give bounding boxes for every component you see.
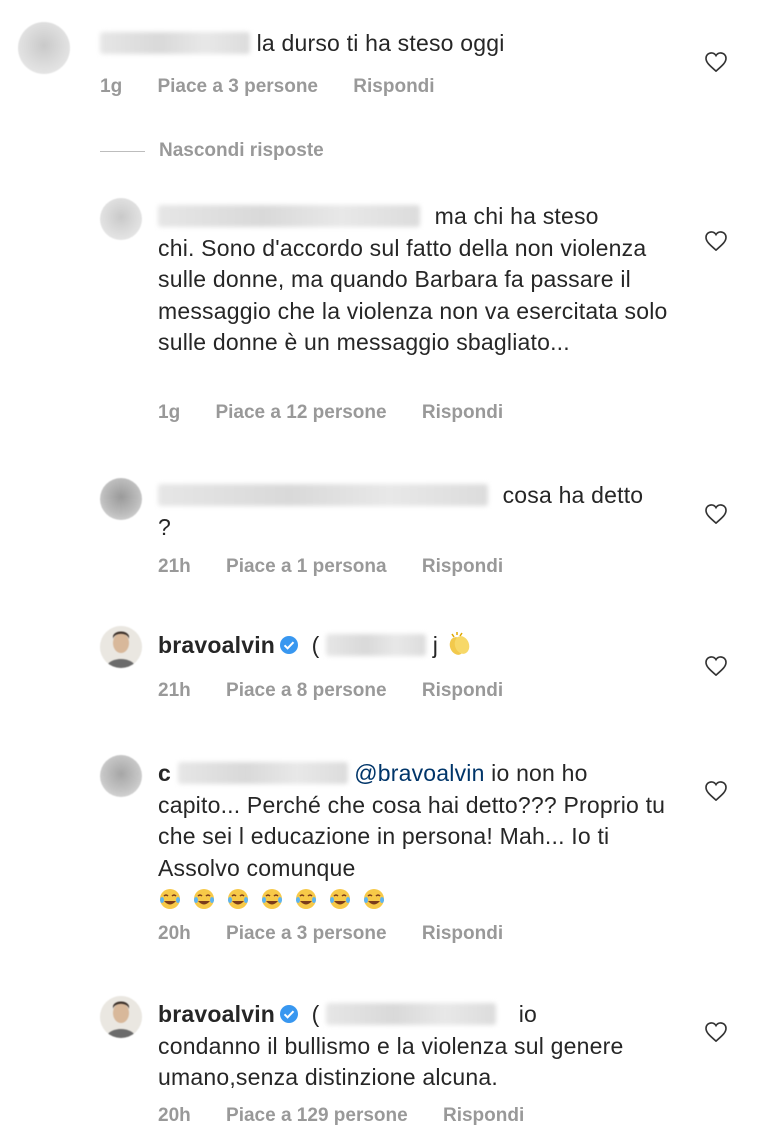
tears-of-joy-emoji <box>262 889 282 909</box>
reply-button[interactable]: Rispondi <box>422 402 503 423</box>
blurred-username[interactable] <box>177 762 348 784</box>
tears-of-joy-emoji <box>228 889 248 909</box>
blurred-mention[interactable] <box>326 1003 497 1025</box>
comment-text: cosa ha detto ? <box>158 480 678 543</box>
comment-meta: 21h Piace a 8 persone Rispondi <box>158 680 533 702</box>
divider <box>100 150 145 152</box>
tears-of-joy-emoji <box>330 889 350 909</box>
avatar[interactable] <box>100 198 142 240</box>
avatar[interactable] <box>100 996 142 1038</box>
comment-text: bravoalvin ( io condanno il bullismo e l… <box>158 999 678 1094</box>
tears-of-joy-emoji <box>194 889 214 909</box>
blurred-username[interactable] <box>100 32 250 54</box>
avatar[interactable] <box>18 22 70 74</box>
heart-icon[interactable] <box>705 52 727 72</box>
heart-icon[interactable] <box>705 231 727 251</box>
reply-button[interactable]: Rispondi <box>422 923 503 944</box>
comment-body: condanno il bullismo e la violenza sul g… <box>158 1032 624 1091</box>
reply-button[interactable]: Rispondi <box>422 680 503 701</box>
comment-body: ? <box>158 513 171 540</box>
verified-badge-icon <box>280 1005 299 1023</box>
clapping-hands-emoji <box>449 632 469 655</box>
timestamp: 21h <box>158 680 191 701</box>
blurred-username[interactable] <box>158 484 488 506</box>
hide-replies-label: Nascondi risposte <box>159 140 324 161</box>
heart-icon[interactable] <box>705 504 727 524</box>
reply-button[interactable]: Rispondi <box>353 76 434 97</box>
timestamp: 1g <box>158 402 181 423</box>
comment-body-line1: io <box>518 1001 537 1027</box>
likes-count-link[interactable]: Piace a 3 persone <box>157 76 318 97</box>
comment-body: chi. Sono d'accordo sul fatto della non … <box>158 234 668 356</box>
comment-text: la durso ti ha steso oggi <box>100 28 700 60</box>
likes-count-link[interactable]: Piace a 3 persone <box>226 923 387 944</box>
comment-body: capito... Perché che cosa hai detto??? P… <box>158 791 666 881</box>
comment-meta: 21h Piace a 1 persona Rispondi <box>158 556 533 578</box>
text-prefix: ( <box>311 1001 320 1027</box>
person-avatar-icon <box>100 996 142 1038</box>
username-link[interactable]: c <box>158 760 171 786</box>
timestamp: 21h <box>158 556 191 577</box>
likes-count-link[interactable]: Piace a 1 persona <box>226 556 387 577</box>
timestamp: 20h <box>158 923 191 944</box>
reply-button[interactable]: Rispondi <box>443 1105 524 1126</box>
heart-icon[interactable] <box>705 781 727 801</box>
avatar[interactable] <box>100 626 142 668</box>
heart-icon[interactable] <box>705 1022 727 1042</box>
comment-body: la durso ti ha steso oggi <box>256 30 505 56</box>
hide-replies-button[interactable]: Nascondi risposte <box>100 140 324 162</box>
laughing-emoji-row <box>158 886 396 912</box>
comment-meta: 20h Piace a 3 persone Rispondi <box>158 923 533 945</box>
username-link[interactable]: bravoalvin <box>158 1001 275 1027</box>
likes-count-link[interactable]: Piace a 8 persone <box>226 680 387 701</box>
comment-body-line1: io non ho <box>491 760 588 786</box>
person-avatar-icon <box>100 626 142 668</box>
text-suffix: j <box>432 632 438 658</box>
blurred-mention[interactable] <box>326 634 427 656</box>
mention-link[interactable]: @bravoalvin <box>354 760 484 786</box>
likes-count-link[interactable]: Piace a 129 persone <box>226 1105 408 1126</box>
comment-body-line1: ma chi ha steso <box>434 203 599 229</box>
username-link[interactable]: bravoalvin <box>158 632 275 658</box>
blurred-username[interactable] <box>158 205 420 227</box>
verified-badge-icon <box>280 636 299 654</box>
comment-text: ma chi ha steso chi. Sono d'accordo sul … <box>158 201 678 359</box>
likes-count-link[interactable]: Piace a 12 persone <box>215 402 386 423</box>
comment-text: bravoalvin ( j <box>158 630 678 662</box>
comment-meta: 20h Piace a 129 persone Rispondi <box>158 1105 554 1127</box>
comment-meta: 1g Piace a 3 persone Rispondi <box>100 76 465 98</box>
timestamp: 1g <box>100 76 123 97</box>
heart-icon[interactable] <box>705 656 727 676</box>
tears-of-joy-emoji <box>364 889 384 909</box>
avatar[interactable] <box>100 755 142 797</box>
comment-body-line1: cosa ha detto <box>502 482 644 508</box>
text-prefix: ( <box>311 632 320 658</box>
avatar[interactable] <box>100 478 142 520</box>
comment-meta: 1g Piace a 12 persone Rispondi <box>158 402 533 424</box>
tears-of-joy-emoji <box>160 889 180 909</box>
timestamp: 20h <box>158 1105 191 1126</box>
reply-button[interactable]: Rispondi <box>422 556 503 577</box>
tears-of-joy-emoji <box>296 889 316 909</box>
comment-text: c @bravoalvin io non ho capito... Perché… <box>158 758 678 916</box>
